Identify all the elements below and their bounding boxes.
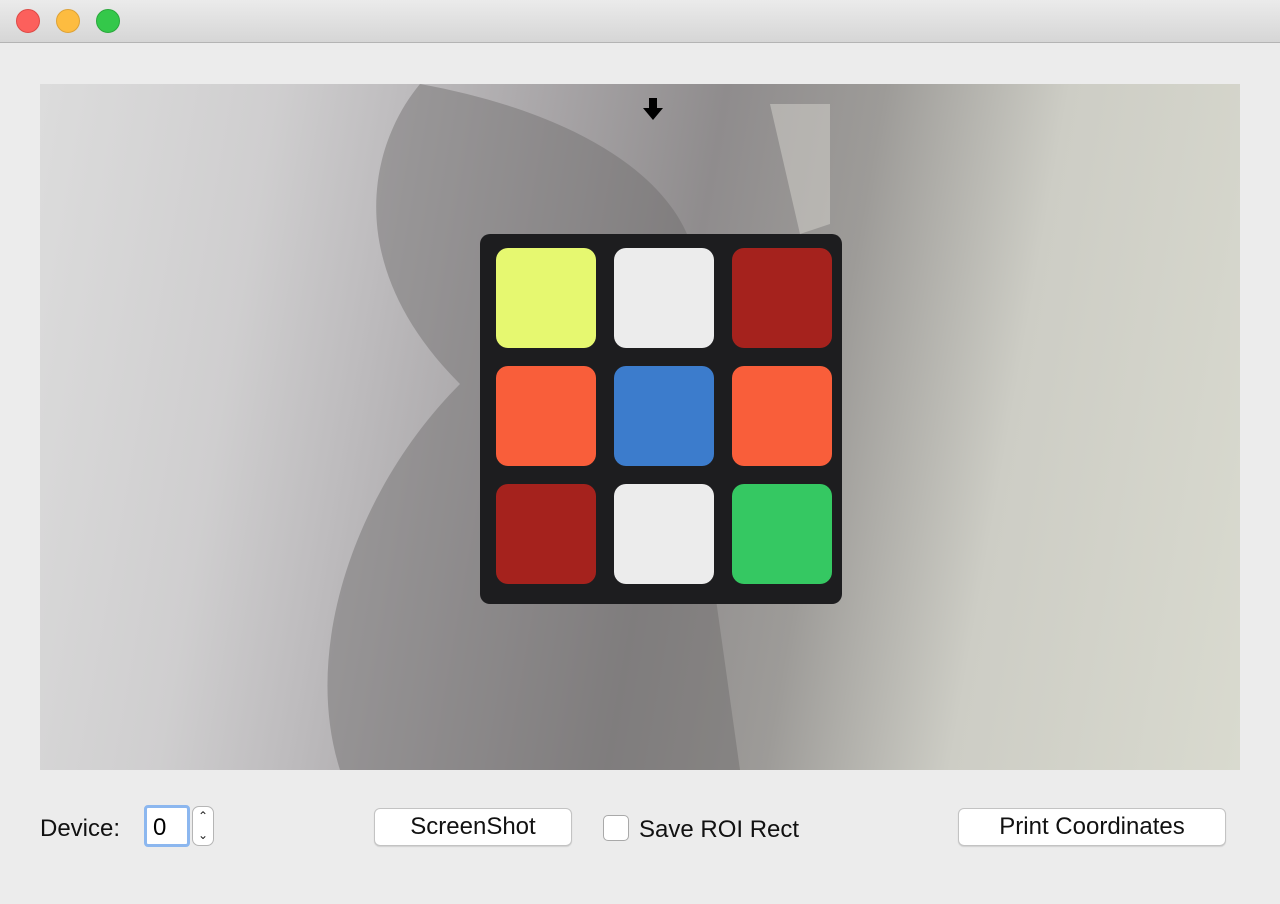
device-spinbox-input[interactable]: 0	[144, 805, 190, 847]
print-coordinates-button[interactable]: Print Coordinates	[958, 808, 1226, 846]
title-bar	[0, 0, 1280, 43]
device-label: Device:	[40, 815, 121, 842]
screenshot-button[interactable]: ScreenShot	[374, 808, 572, 846]
camera-view[interactable]	[40, 84, 1240, 770]
device-stepper[interactable]: ⌃ ⌄	[192, 806, 214, 846]
sticker-yellow	[496, 248, 596, 348]
cube-stickers	[496, 248, 832, 584]
sticker-white	[614, 484, 714, 584]
sticker-orange	[496, 366, 596, 466]
sticker-white	[614, 248, 714, 348]
save-roi-label: Save ROI Rect	[639, 816, 800, 843]
minimize-window-button[interactable]	[56, 9, 80, 33]
sticker-orange	[732, 366, 832, 466]
sticker-blue	[614, 366, 714, 466]
sticker-green	[732, 484, 832, 584]
arrow-down-icon	[643, 98, 663, 120]
sticker-red	[496, 484, 596, 584]
camera-frame	[327, 84, 842, 770]
save-roi-checkbox[interactable]	[603, 815, 629, 841]
sticker-red	[732, 248, 832, 348]
chevron-up-icon[interactable]: ⌃	[193, 807, 213, 826]
chevron-down-icon[interactable]: ⌄	[193, 826, 213, 845]
close-window-button[interactable]	[16, 9, 40, 33]
maximize-window-button[interactable]	[96, 9, 120, 33]
